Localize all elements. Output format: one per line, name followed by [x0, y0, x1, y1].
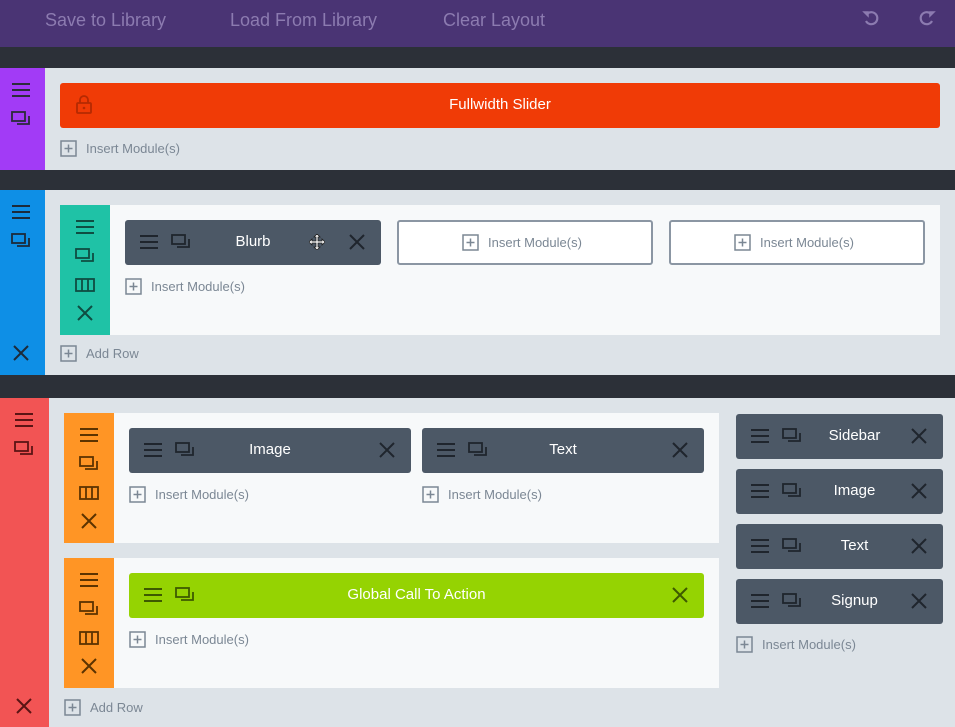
duplicate-icon[interactable]: [14, 439, 34, 459]
insert-module-link[interactable]: Insert Module(s): [60, 139, 220, 159]
text-module[interactable]: Text: [422, 428, 704, 473]
standard-section: Blurb Insert Module(s) Insert Module(s) …: [0, 190, 955, 375]
add-row-label: Add Row: [86, 346, 139, 361]
plus-icon: [125, 278, 142, 295]
hamburger-icon[interactable]: [14, 410, 34, 430]
load-from-library-button[interactable]: Load From Library: [230, 10, 377, 31]
duplicate-icon[interactable]: [79, 454, 99, 474]
add-row-label: Add Row: [90, 700, 143, 715]
hamburger-icon[interactable]: [79, 425, 99, 445]
image-module[interactable]: Image: [129, 428, 411, 473]
hamburger-icon[interactable]: [11, 202, 31, 222]
section-body: Blurb Insert Module(s) Insert Module(s) …: [45, 190, 955, 375]
insert-module-label: Insert Module(s): [155, 632, 249, 647]
plus-icon: [736, 636, 753, 653]
insert-module-link[interactable]: Insert Module(s): [129, 630, 289, 650]
close-icon[interactable]: [670, 440, 690, 460]
signup-module[interactable]: Signup: [736, 579, 943, 624]
hamburger-icon[interactable]: [75, 217, 95, 237]
sidebar-module[interactable]: Sidebar: [736, 414, 943, 459]
section-handle[interactable]: [0, 190, 45, 375]
plus-icon: [422, 486, 439, 503]
plus-icon: [129, 631, 146, 648]
row-handle[interactable]: [64, 413, 114, 543]
insert-module-label: Insert Module(s): [155, 487, 249, 502]
close-icon[interactable]: [909, 426, 929, 446]
fullwidth-slider-module[interactable]: Fullwidth Slider: [60, 83, 940, 128]
plus-icon: [64, 699, 81, 716]
hamburger-icon[interactable]: [79, 570, 99, 590]
insert-module-link[interactable]: Insert Module(s): [125, 277, 285, 297]
insert-module-link[interactable]: Insert Module(s): [734, 233, 894, 253]
insert-module-button[interactable]: Insert Module(s): [669, 220, 925, 265]
columns-icon[interactable]: [75, 275, 95, 295]
row: Image Insert Module(s) Text Insert Modul…: [64, 413, 719, 543]
add-row-link[interactable]: Add Row: [64, 698, 184, 718]
row: Global Call To Action Insert Module(s): [64, 558, 719, 688]
columns-icon[interactable]: [79, 483, 99, 503]
close-icon[interactable]: [79, 656, 99, 676]
insert-module-button[interactable]: Insert Module(s): [397, 220, 653, 265]
text-module[interactable]: Text: [736, 524, 943, 569]
plus-icon: [60, 140, 77, 157]
plus-icon: [129, 486, 146, 503]
insert-module-label: Insert Module(s): [86, 141, 180, 156]
undo-icon[interactable]: [862, 10, 880, 28]
add-row-link[interactable]: Add Row: [60, 344, 180, 364]
builder-toolbar: Save to Library Load From Library Clear …: [0, 0, 955, 47]
module-label: Text: [549, 441, 577, 458]
module-label: Fullwidth Slider: [449, 96, 551, 113]
global-call-to-action-module[interactable]: Global Call To Action: [129, 573, 704, 618]
redo-icon[interactable]: [918, 10, 936, 28]
image-module[interactable]: Image: [736, 469, 943, 514]
plus-icon: [462, 234, 479, 251]
module-label: Blurb: [235, 233, 271, 250]
section-handle[interactable]: [0, 68, 45, 170]
section-body: Fullwidth Slider Insert Module(s): [45, 68, 955, 170]
close-icon[interactable]: [79, 511, 99, 531]
save-to-library-button[interactable]: Save to Library: [45, 10, 166, 31]
insert-module-link[interactable]: Insert Module(s): [129, 485, 289, 505]
plus-icon: [734, 234, 751, 251]
module-label: Global Call To Action: [347, 586, 486, 603]
fullwidth-section: Fullwidth Slider Insert Module(s): [0, 68, 955, 170]
insert-module-label: Insert Module(s): [488, 235, 582, 250]
insert-module-label: Insert Module(s): [760, 235, 854, 250]
close-icon[interactable]: [11, 343, 31, 363]
hamburger-icon[interactable]: [11, 80, 31, 100]
clear-layout-button[interactable]: Clear Layout: [443, 10, 545, 31]
close-icon[interactable]: [670, 585, 690, 605]
close-icon[interactable]: [75, 303, 95, 323]
specialty-section: Image Insert Module(s) Text Insert Modul…: [0, 398, 955, 727]
move-cursor-icon: [309, 234, 325, 250]
blurb-module[interactable]: Blurb: [125, 220, 381, 265]
close-icon[interactable]: [909, 591, 929, 611]
plus-icon: [60, 345, 77, 362]
insert-module-label: Insert Module(s): [762, 637, 856, 652]
section-body: Image Insert Module(s) Text Insert Modul…: [49, 398, 955, 727]
duplicate-icon[interactable]: [11, 231, 31, 251]
close-icon[interactable]: [909, 536, 929, 556]
row-handle[interactable]: [60, 205, 110, 335]
duplicate-icon[interactable]: [11, 109, 31, 129]
row-handle[interactable]: [64, 558, 114, 688]
row: Blurb Insert Module(s) Insert Module(s) …: [60, 205, 940, 335]
insert-module-label: Insert Module(s): [151, 279, 245, 294]
duplicate-icon[interactable]: [75, 246, 95, 266]
close-icon[interactable]: [347, 232, 367, 252]
close-icon[interactable]: [909, 481, 929, 501]
insert-module-link[interactable]: Insert Module(s): [462, 233, 622, 253]
columns-icon[interactable]: [79, 628, 99, 648]
module-label: Image: [249, 441, 291, 458]
close-icon[interactable]: [14, 696, 34, 716]
duplicate-icon[interactable]: [79, 599, 99, 619]
insert-module-label: Insert Module(s): [448, 487, 542, 502]
insert-module-link[interactable]: Insert Module(s): [736, 635, 896, 655]
insert-module-link[interactable]: Insert Module(s): [422, 485, 582, 505]
close-icon[interactable]: [377, 440, 397, 460]
section-handle[interactable]: [0, 398, 49, 727]
